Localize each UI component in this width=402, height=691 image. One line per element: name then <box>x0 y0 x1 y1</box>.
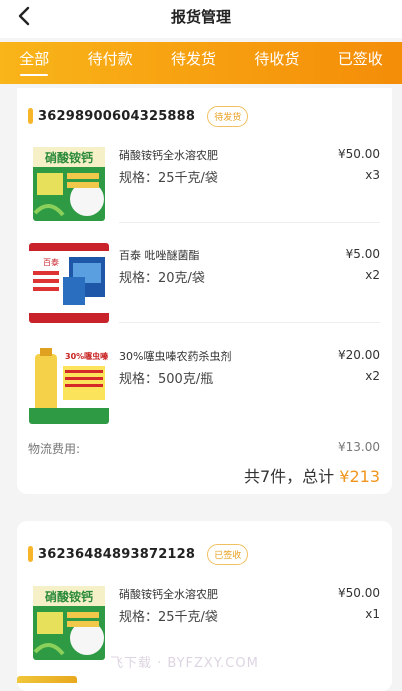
next-item-thumbnail-edge <box>17 676 77 683</box>
product-name: 硝酸铵钙全水溶农肥 <box>119 149 218 162</box>
item-divider <box>119 222 380 223</box>
product-price: ¥50.00 <box>338 147 380 161</box>
product-image: 硝酸铵钙 <box>29 582 109 662</box>
product-price: ¥50.00 <box>338 586 380 600</box>
product-price: ¥20.00 <box>338 348 380 362</box>
product-name: 百泰 吡唑醚菌酯 <box>119 249 200 262</box>
product-name: 30%噻虫嗪农药杀虫剂 <box>119 350 232 363</box>
product-spec: 规格：20克/袋 <box>119 271 205 286</box>
tab-pending-shipment[interactable]: 待发货 <box>169 42 218 84</box>
order-summary: 共7件，总计 <box>244 467 335 486</box>
total-amount: ¥213 <box>339 467 380 486</box>
order-header: 36236484893872128 已签收 <box>28 542 249 566</box>
tab-signed[interactable]: 已签收 <box>336 42 385 84</box>
status-badge: 已签收 <box>207 543 249 565</box>
shipping-label: 物流费用: <box>28 442 81 456</box>
order-number: 36236484893872128 <box>38 546 196 562</box>
order-item[interactable]: 硝酸铵钙 硝酸铵钙全水溶农肥 规格：25千克/袋 ¥50.00 x3 <box>17 143 392 227</box>
tab-pending-receipt[interactable]: 待收货 <box>252 42 301 84</box>
order-total: 共7件，总计 ¥213 <box>244 463 380 487</box>
tab-pending-payment[interactable]: 待付款 <box>86 42 135 84</box>
svg-text:硝酸铵钙: 硝酸铵钙 <box>45 150 93 165</box>
order-marker <box>28 108 33 124</box>
product-name: 硝酸铵钙全水溶农肥 <box>119 588 218 601</box>
product-spec: 规格：500克/瓶 <box>119 372 214 387</box>
shipping-fee: ¥13.00 <box>338 440 380 454</box>
svg-text:硝酸铵钙: 硝酸铵钙 <box>45 589 93 604</box>
product-image: 硝酸铵钙 <box>29 143 109 223</box>
product-image: 30%噻虫嗪 <box>29 344 109 424</box>
order-number: 36298900604325888 <box>38 108 196 124</box>
top-bar: 报货管理 <box>0 0 402 38</box>
order-header: 36298900604325888 待发货 <box>28 104 249 128</box>
product-quantity: x3 <box>365 168 380 182</box>
status-badge: 待发货 <box>207 105 249 127</box>
product-price: ¥5.00 <box>345 247 380 261</box>
order-item[interactable]: 百泰 百泰 吡唑醚菌酯 规格：20克/袋 ¥5.00 x2 <box>17 243 392 327</box>
order-item[interactable]: 30%噻虫嗪 30%噻虫嗪农药杀虫剂 规格：500克/瓶 ¥20.00 x2 <box>17 344 392 428</box>
product-quantity: x2 <box>365 268 380 282</box>
tab-all[interactable]: 全部 <box>17 42 51 84</box>
product-spec: 规格：25千克/袋 <box>119 171 218 186</box>
product-quantity: x1 <box>365 607 380 621</box>
svg-text:百泰: 百泰 <box>43 257 59 267</box>
page-title: 报货管理 <box>170 8 231 26</box>
svg-text:30%噻虫嗪: 30%噻虫嗪 <box>65 351 109 361</box>
product-spec: 规格：25千克/袋 <box>119 610 218 625</box>
product-image: 百泰 <box>29 243 109 323</box>
status-tabs: 全部 待付款 待发货 待收货 已签收 <box>0 42 402 84</box>
item-divider <box>119 322 380 323</box>
product-quantity: x2 <box>365 369 380 383</box>
order-marker <box>28 546 33 562</box>
order-card[interactable]: 36298900604325888 待发货 硝酸铵钙 硝酸铵钙全水溶农肥 规格：… <box>17 88 392 494</box>
watermark: 飞下载 · BYFZXY.COM <box>110 656 259 671</box>
